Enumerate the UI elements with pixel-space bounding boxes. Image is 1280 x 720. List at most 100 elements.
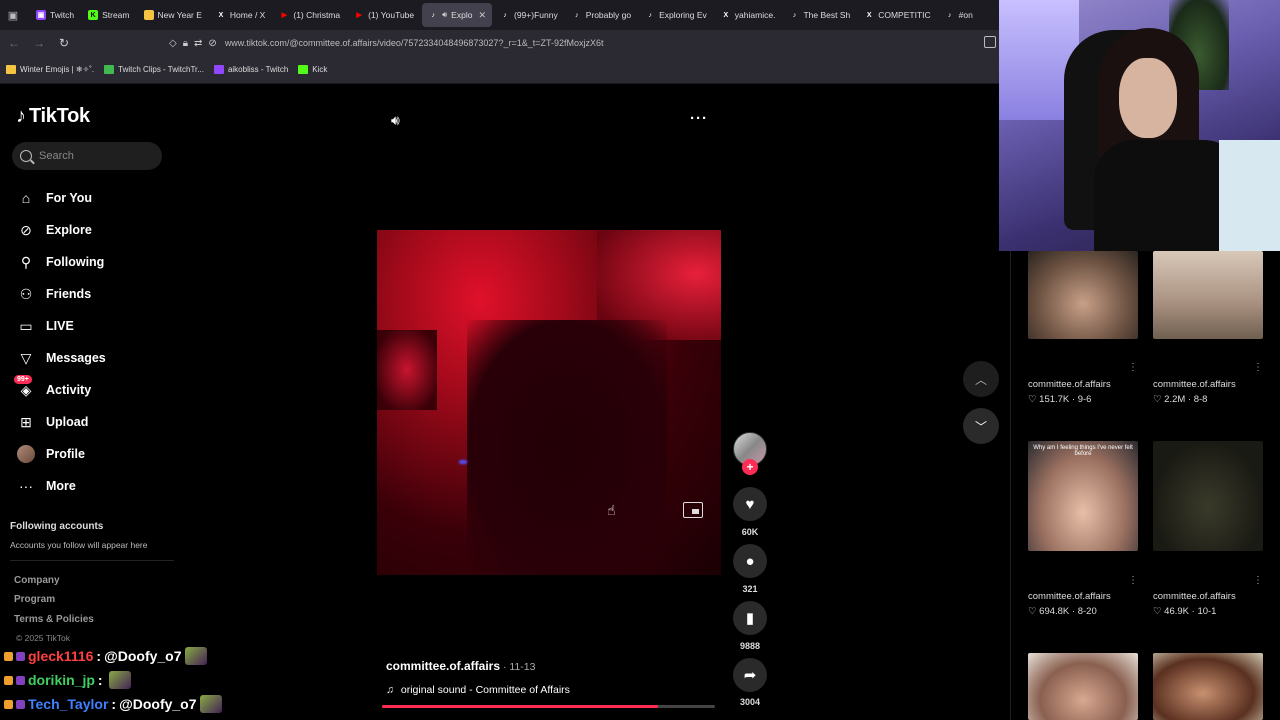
more-icon: ··· <box>19 478 33 494</box>
avatar <box>17 445 35 463</box>
permissions-icon[interactable]: ⇄ <box>194 38 202 49</box>
tab-label: Stream <box>102 10 130 20</box>
browser-tab[interactable]: ♪ 🔊︎ Explo ✕ <box>422 3 492 27</box>
search-box[interactable] <box>12 142 162 170</box>
bookmark-item[interactable]: Twitch Clips - TwitchTr... <box>104 65 204 74</box>
share-button[interactable]: ➦ <box>733 658 767 692</box>
follow-plus-icon[interactable]: + <box>742 459 758 475</box>
kebab-icon[interactable]: ⋮ <box>1128 575 1138 586</box>
twitch-icon: ▣ <box>36 10 46 20</box>
nav-item-friends[interactable]: ⚇ Friends <box>16 278 176 310</box>
reader-view-icon[interactable] <box>984 36 996 48</box>
screen: ▣ ▣ Twitch K Stream New Year E X Home / X ▶ (1) … <box>0 0 1280 720</box>
tracking-icon[interactable]: ⊘ <box>208 38 216 49</box>
previous-video-button[interactable]: ︿ <box>963 361 999 397</box>
browser-tab[interactable]: X Home / X <box>210 3 271 27</box>
thumb-author[interactable]: committee.of.affairs <box>1153 379 1236 390</box>
following-accounts-subtitle: Accounts you follow will appear here <box>10 540 148 550</box>
bookmark-item[interactable]: aikobliss - Twitch <box>213 65 288 74</box>
nav-item-for-you[interactable]: ⌂ For You <box>16 182 176 214</box>
volume-icon[interactable]: 🔊︎ <box>391 112 400 129</box>
nav-label: LIVE <box>46 319 74 333</box>
browser-tab[interactable]: ♪ Probably go <box>566 3 637 27</box>
video-sound[interactable]: ♫ original sound - Committee of Affairs <box>386 684 570 696</box>
activity-badge: 99+ <box>14 375 32 384</box>
nav-item-messages[interactable]: ▽ Messages <box>16 342 176 374</box>
comment-button[interactable]: ● <box>733 544 767 578</box>
nav-label: Friends <box>46 287 92 301</box>
tab-label: (1) Christma <box>293 10 341 20</box>
like-button[interactable]: ♥ <box>733 487 767 521</box>
browser-tab[interactable]: ♪ #on <box>939 3 979 27</box>
video-author[interactable]: committee.of.affairs · 11-13 <box>386 659 535 673</box>
tiktok-logo[interactable]: ♪ TikTok <box>16 105 90 128</box>
close-tab-icon[interactable]: ✕ <box>478 10 486 21</box>
video-thumbnail[interactable] <box>1153 441 1263 551</box>
address-bar[interactable]: www.tiktok.com/@committee.of.affairs/vid… <box>225 38 604 48</box>
browser-tab[interactable]: ▶ (1) Christma <box>273 3 346 27</box>
tiktok-icon: ♪ <box>503 11 507 19</box>
shield-icon[interactable]: ◇ <box>169 38 177 49</box>
nav-item-following[interactable]: ⚲ Following <box>16 246 176 278</box>
nav-item-live[interactable]: ▭ LIVE <box>16 310 176 342</box>
video-thumbnail[interactable] <box>1028 653 1138 720</box>
video-thumbnail[interactable] <box>1028 251 1138 339</box>
back-icon[interactable]: ← <box>3 32 25 54</box>
browser-tab[interactable]: Xyahiamice. <box>715 3 782 27</box>
video-thumbnail[interactable] <box>1153 653 1263 720</box>
search-input[interactable] <box>39 150 139 162</box>
nav-item-more[interactable]: ··· More <box>16 470 176 502</box>
footer-link-program[interactable]: Program <box>14 594 55 605</box>
lock-icon[interactable]: 🔒︎ <box>183 38 188 49</box>
browser-tab[interactable]: ▣ Twitch <box>30 3 80 27</box>
kebab-icon[interactable]: ⋮ <box>1253 362 1263 373</box>
nav-item-explore[interactable]: ⊘ Explore <box>16 214 176 246</box>
nav-item-upload[interactable]: ⊞ Upload <box>16 406 176 438</box>
video-progress-bar[interactable] <box>382 705 715 708</box>
bookmark-item[interactable]: Winter Emojis | ❄✧˚. <box>6 65 94 74</box>
kebab-icon[interactable]: ⋮ <box>1128 362 1138 373</box>
browser-tab[interactable]: K Stream <box>82 3 135 27</box>
video-thumbnail[interactable] <box>1153 251 1263 339</box>
author-name[interactable]: committee.of.affairs <box>386 659 500 673</box>
browser-tab[interactable]: X COMPETITIC <box>858 3 936 27</box>
thumb-author[interactable]: committee.of.affairs <box>1028 591 1111 602</box>
more-options-icon[interactable]: ··· <box>690 110 708 127</box>
forward-icon[interactable]: → <box>28 32 50 54</box>
nav-item-activity[interactable]: ◈ 99+ Activity <box>14 374 176 406</box>
tab-list-icon[interactable]: ▣ <box>4 6 22 24</box>
tab-label: (99+)Funny <box>513 10 558 20</box>
thumb-likes: 2.2M <box>1164 394 1186 405</box>
bookmark-icon <box>298 65 309 74</box>
picture-in-picture-icon[interactable] <box>683 502 703 518</box>
next-video-button[interactable]: ﹀ <box>963 408 999 444</box>
kebab-icon[interactable]: ⋮ <box>1253 575 1263 586</box>
thumb-author[interactable]: committee.of.affairs <box>1028 379 1111 390</box>
thumb-author[interactable]: committee.of.affairs <box>1153 591 1236 602</box>
browser-tab[interactable]: ♪ (99+)Funny <box>494 3 564 27</box>
footer-link-company[interactable]: Company <box>14 575 60 586</box>
bookmark-icon: ▮ <box>745 610 755 627</box>
thumb-date: 10-1 <box>1197 606 1217 617</box>
save-count: 9888 <box>739 641 761 651</box>
browser-tab[interactable]: ♪ Exploring Ev <box>639 3 713 27</box>
browser-tab[interactable]: ♪ The Best Sh <box>783 3 856 27</box>
video-date: · 11-13 <box>500 661 536 673</box>
video-player[interactable] <box>377 230 721 575</box>
live-icon: ▭ <box>19 317 33 334</box>
audio-playing-icon[interactable]: 🔊︎ <box>442 10 447 20</box>
sound-name[interactable]: original sound - Committee of Affairs <box>401 684 570 696</box>
x-icon: X <box>218 11 224 19</box>
youtube-icon: ▶ <box>356 12 362 19</box>
bookmark-item[interactable]: Kick <box>298 65 327 74</box>
nav-label: Activity <box>46 383 92 397</box>
browser-tab[interactable]: ▶ (1) YouTube <box>348 3 420 27</box>
footer-link-terms[interactable]: Terms & Policies <box>14 614 94 625</box>
browser-tab[interactable]: New Year E <box>138 3 208 27</box>
nav-item-profile[interactable]: Profile <box>16 438 176 470</box>
reload-icon[interactable]: ↻ <box>53 32 75 54</box>
save-button[interactable]: ▮ <box>733 601 767 635</box>
video-thumbnail[interactable]: Why am I feeling things I've never felt … <box>1028 441 1138 551</box>
comment-icon: ● <box>745 552 755 570</box>
tiktok-icon: ♪ <box>792 11 797 19</box>
